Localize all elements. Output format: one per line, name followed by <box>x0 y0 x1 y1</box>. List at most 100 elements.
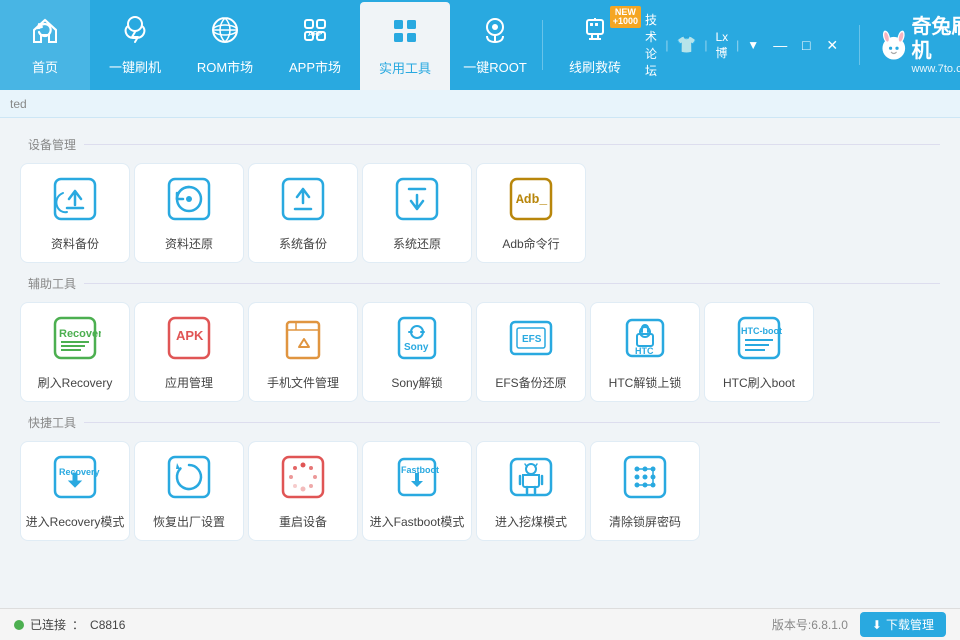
device-name: ： <box>72 616 84 633</box>
sep1: | <box>665 38 668 52</box>
htc-icon: HTC <box>615 308 675 368</box>
nav-label-flash: 一键刷机 <box>109 57 161 76</box>
tool-file-manage[interactable]: 手机文件管理 <box>248 302 358 402</box>
device-id: C8816 <box>90 618 125 632</box>
quick-tools-grid: Recovery 进入Recovery模式 恢复出厂设置 <box>20 441 940 541</box>
download-manage-button[interactable]: ⬇ 下载管理 <box>860 612 946 637</box>
connected-label: 已连接 <box>30 616 66 633</box>
header-links: 技术论坛 | 👕 | Lx博 | ▼ <box>645 11 759 79</box>
nav-label-app: APP市场 <box>289 57 341 76</box>
nav-item-rom[interactable]: ROM市场 <box>180 0 270 90</box>
helper-tools-grid: Recovery 刷入Recovery APK 应用管理 <box>20 302 940 402</box>
brand-area: 奇兔刷机 www.7to.cn <box>876 15 960 75</box>
new-badge: NEW +1000 <box>610 6 641 28</box>
svg-text:HTC: HTC <box>635 346 654 356</box>
tool-label-enter-recovery: 进入Recovery模式 <box>26 513 125 530</box>
tool-sys-restore[interactable]: 系统还原 <box>362 163 472 263</box>
tool-label-restore: 资料还原 <box>165 235 213 252</box>
tool-app-manage[interactable]: APK 应用管理 <box>134 302 244 402</box>
tool-factory-reset[interactable]: 恢复出厂设置 <box>134 441 244 541</box>
tool-adb[interactable]: Adb_ Adb命令行 <box>476 163 586 263</box>
minimize-button[interactable]: — <box>769 34 791 56</box>
adb-icon: Adb_ <box>501 169 561 229</box>
tool-fastboot[interactable]: Fastboot 进入Fastboot模式 <box>362 441 472 541</box>
sys-restore-icon <box>387 169 447 229</box>
nav-label-root: 一键ROOT <box>463 57 527 76</box>
tool-label-sys-backup: 系统备份 <box>279 235 327 252</box>
svg-text:Sony: Sony <box>404 342 429 353</box>
flash-icon <box>119 14 151 53</box>
nav-item-app[interactable]: APP APP市场 <box>270 0 360 90</box>
svg-text:HTC-boot: HTC-boot <box>741 326 782 336</box>
nav-label-wire: 线刷救砖 <box>569 57 621 76</box>
brand-logo <box>876 23 912 67</box>
connection-dot <box>14 620 24 630</box>
clear-lock-icon <box>615 447 675 507</box>
app-icon: APP <box>299 14 331 53</box>
tool-sony[interactable]: Sony Sony解锁 <box>362 302 472 402</box>
forum-link[interactable]: 技术论坛 <box>645 11 657 79</box>
lxbo-link[interactable]: Lx博 <box>715 30 728 61</box>
tools-icon <box>389 15 421 54</box>
root-icon <box>479 14 511 53</box>
shirt-icon[interactable]: 👕 <box>676 35 696 55</box>
backup-icon <box>45 169 105 229</box>
section-title-helper: 辅助工具 <box>20 275 940 292</box>
tool-efs[interactable]: EFS EFS备份还原 <box>476 302 586 402</box>
nav-label-rom: ROM市场 <box>197 57 253 76</box>
nav-label-tools: 实用工具 <box>379 58 431 77</box>
close-button[interactable]: ✕ <box>821 34 843 56</box>
tool-reboot[interactable]: 重启设备 <box>248 441 358 541</box>
apk-icon: APK <box>159 308 219 368</box>
sys-backup-icon <box>273 169 333 229</box>
maximize-button[interactable]: □ <box>795 34 817 56</box>
svg-text:APK: APK <box>176 328 204 343</box>
statusbar: 已连接 ： C8816 版本号:6.8.1.0 ⬇ 下载管理 <box>0 608 960 640</box>
tool-label-clear-lock: 清除锁屏密码 <box>609 513 681 530</box>
tool-sys-backup[interactable]: 系统备份 <box>248 163 358 263</box>
tool-label-sony: Sony解锁 <box>391 374 442 391</box>
tool-enter-recovery[interactable]: Recovery 进入Recovery模式 <box>20 441 130 541</box>
nav-item-tools[interactable]: 实用工具 <box>360 2 450 90</box>
svg-text:EFS: EFS <box>522 334 542 345</box>
rom-icon <box>209 14 241 53</box>
nav-item-wire[interactable]: NEW +1000 线刷救砖 <box>545 0 645 90</box>
tool-data-restore[interactable]: 资料还原 <box>134 163 244 263</box>
sony-icon: Sony <box>387 308 447 368</box>
topbar: ted <box>0 90 960 118</box>
home-icon <box>29 14 61 53</box>
nav-item-root[interactable]: 一键ROOT <box>450 0 540 90</box>
brand-url: www.7to.cn <box>911 63 960 75</box>
svg-text:Recovery: Recovery <box>59 467 100 477</box>
main-content: 设备管理 资料备份 <box>0 118 960 608</box>
tool-htc[interactable]: HTC HTC解锁上锁 <box>590 302 700 402</box>
tool-clear-lock[interactable]: 清除锁屏密码 <box>590 441 700 541</box>
sep2: | <box>704 38 707 52</box>
restore-icon <box>159 169 219 229</box>
tool-label-efs: EFS备份还原 <box>495 374 566 391</box>
svg-text:APP: APP <box>308 31 323 38</box>
ted-label: ted <box>10 97 27 111</box>
tool-recovery[interactable]: Recovery 刷入Recovery <box>20 302 130 402</box>
device-tools-grid: 资料备份 资料还原 <box>20 163 940 263</box>
mining-icon <box>501 447 561 507</box>
efs-icon: EFS <box>501 308 561 368</box>
nav-item-home[interactable]: 首页 <box>0 0 90 90</box>
tool-mining[interactable]: 进入挖煤模式 <box>476 441 586 541</box>
chevron-down-icon[interactable]: ▼ <box>747 38 759 52</box>
svg-text:Fastboot: Fastboot <box>401 465 439 475</box>
nav-label-home: 首页 <box>32 57 58 76</box>
fastboot-icon: Fastboot <box>387 447 447 507</box>
enter-recovery-icon: Recovery <box>45 447 105 507</box>
nav-item-flash[interactable]: 一键刷机 <box>90 0 180 90</box>
tool-label-app-manage: 应用管理 <box>165 374 213 391</box>
wire-icon <box>579 14 611 53</box>
tool-label-htc-boot: HTC刷入boot <box>723 374 795 391</box>
tool-htc-boot[interactable]: HTC-boot HTC刷入boot <box>704 302 814 402</box>
tool-data-backup[interactable]: 资料备份 <box>20 163 130 263</box>
tool-label-recovery: 刷入Recovery <box>38 374 113 391</box>
section-title-quick: 快捷工具 <box>20 414 940 431</box>
tool-label-sys-restore: 系统还原 <box>393 235 441 252</box>
download-icon: ⬇ <box>872 618 882 632</box>
tool-label-adb: Adb命令行 <box>502 235 559 252</box>
